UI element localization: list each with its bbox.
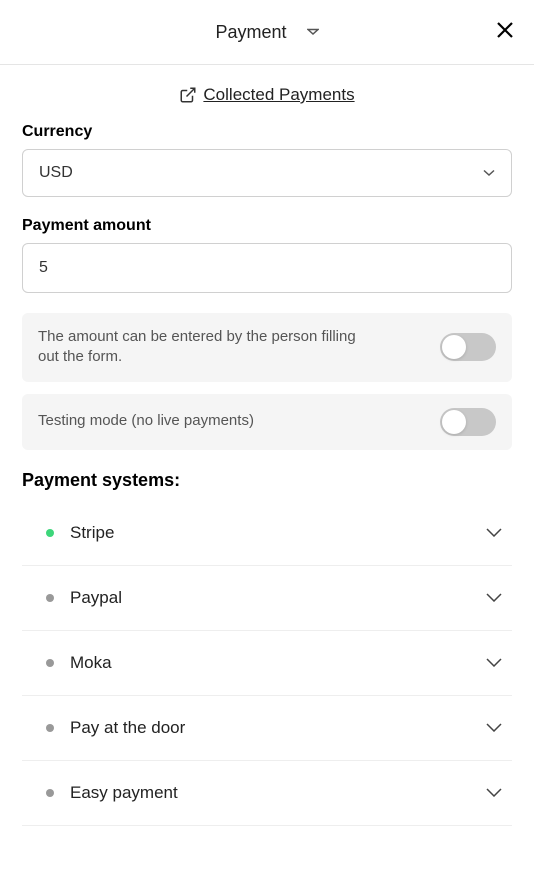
user-amount-text: The amount can be entered by the person …	[38, 327, 378, 368]
chevron-down-icon	[486, 593, 502, 602]
close-icon	[496, 21, 514, 39]
chevron-down-icon	[483, 169, 495, 177]
testing-mode-text: Testing mode (no live payments)	[38, 411, 254, 431]
chevron-down-icon	[486, 723, 502, 732]
page-title: Payment	[215, 22, 286, 43]
payment-system-item[interactable]: Paypal	[22, 566, 512, 631]
payment-system-item[interactable]: Easy payment	[22, 761, 512, 826]
header: Payment	[0, 0, 534, 65]
payment-item-left: Pay at the door	[24, 718, 185, 738]
payment-systems-list: Stripe Paypal Moka Pay at the door Easy …	[22, 501, 512, 826]
amount-input[interactable]	[22, 243, 512, 293]
amount-label: Payment amount	[22, 217, 512, 235]
payment-system-label: Stripe	[70, 523, 114, 543]
payment-system-item[interactable]: Pay at the door	[22, 696, 512, 761]
chevron-down-icon	[486, 658, 502, 667]
payment-item-left: Stripe	[24, 523, 114, 543]
payment-systems-title: Payment systems:	[22, 470, 512, 491]
payment-system-label: Paypal	[70, 588, 122, 608]
payment-item-left: Moka	[24, 653, 112, 673]
close-button[interactable]	[496, 19, 514, 45]
payment-system-label: Easy payment	[70, 783, 178, 803]
status-dot-icon	[46, 529, 54, 537]
currency-value: USD	[39, 164, 73, 182]
toggle-knob	[442, 410, 466, 434]
chevron-down-icon	[486, 788, 502, 797]
payment-system-label: Pay at the door	[70, 718, 185, 738]
chevron-down-icon	[486, 528, 502, 537]
header-title-group[interactable]: Payment	[215, 22, 318, 43]
user-amount-toggle[interactable]	[440, 333, 496, 361]
status-dot-icon	[46, 789, 54, 797]
testing-mode-toggle[interactable]	[440, 408, 496, 436]
user-amount-toggle-row: The amount can be entered by the person …	[22, 313, 512, 382]
payment-system-label: Moka	[70, 653, 112, 673]
payment-item-left: Paypal	[24, 588, 122, 608]
collected-payments-link[interactable]: Collected Payments	[22, 85, 512, 105]
external-link-icon	[179, 86, 197, 104]
collected-payments-text: Collected Payments	[203, 85, 354, 105]
currency-label: Currency	[22, 123, 512, 141]
content: Collected Payments Currency USD Payment …	[0, 65, 534, 846]
toggle-knob	[442, 335, 466, 359]
status-dot-icon	[46, 594, 54, 602]
payment-item-left: Easy payment	[24, 783, 178, 803]
payment-system-item[interactable]: Stripe	[22, 501, 512, 566]
payment-system-item[interactable]: Moka	[22, 631, 512, 696]
status-dot-icon	[46, 724, 54, 732]
currency-select[interactable]: USD	[22, 149, 512, 197]
chevron-down-icon	[307, 28, 319, 36]
testing-mode-toggle-row: Testing mode (no live payments)	[22, 394, 512, 450]
status-dot-icon	[46, 659, 54, 667]
